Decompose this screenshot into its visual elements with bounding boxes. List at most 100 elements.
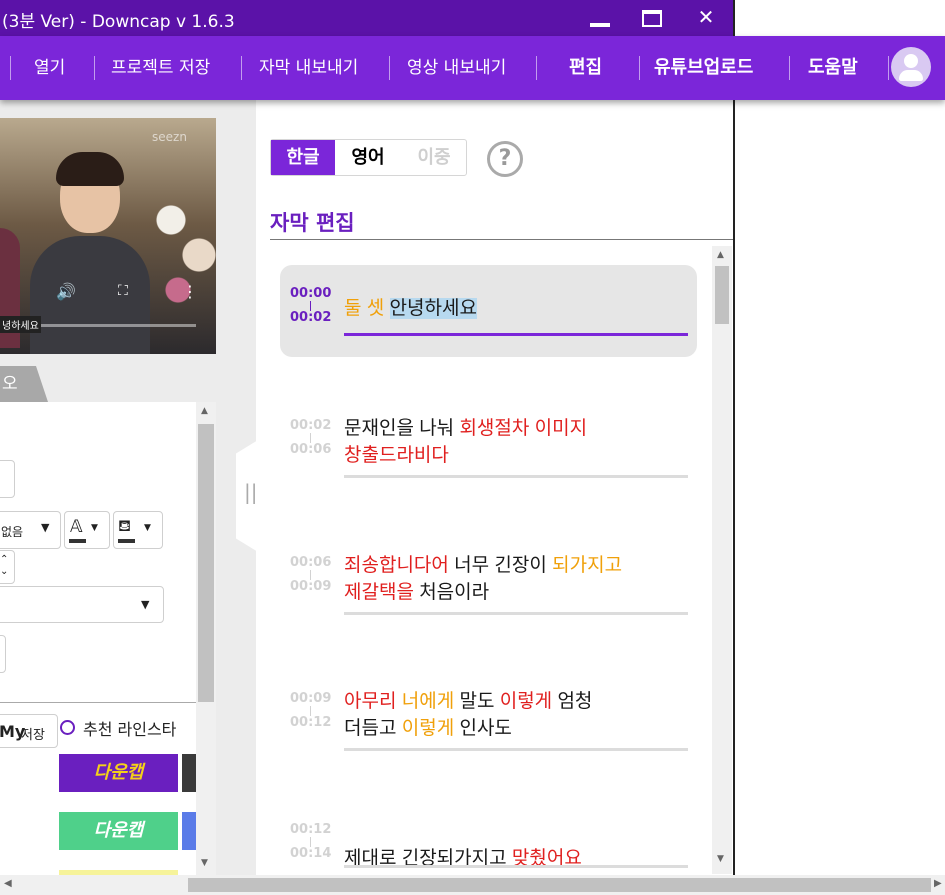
menu-save-project-label: 프로젝트 저장 [111,58,211,78]
subtitle-text[interactable]: 죄송합니다어 너무 긴장이 되가지고 제갈택을 처음이라 [344,552,688,606]
my-save-button[interactable]: My 저장 [0,714,58,748]
chevron-down-icon: ▼ [144,523,151,533]
scrollbar-thumb[interactable] [198,424,214,702]
subtitle-start-time: 00:02 [290,418,332,433]
minimize-button[interactable] [577,0,623,36]
subtitle-end-time: 00:14 [290,846,332,861]
menu-export-video[interactable]: 영상 내보내기 [407,36,506,100]
subtitle-list-scrollbar[interactable]: ▲ ▼ [712,246,732,874]
text-color-icon: 𝔸 [70,517,83,537]
scrollbar-thumb[interactable] [715,266,729,324]
close-icon: ✕ [697,5,715,29]
tab-english-label: 영어 [351,147,385,168]
style-tab[interactable]: 오 [0,366,48,402]
scroll-right-icon[interactable]: ▶ [934,878,942,889]
menu-export-subtitles[interactable]: 자막 내보내기 [259,36,358,100]
subtitle-text-segment: 회생절차 이미지 [459,418,588,439]
close-button[interactable]: ✕ [683,0,729,36]
divider [0,702,196,703]
subtitle-start-time: 00:06 [290,555,332,570]
scrollbar-thumb[interactable] [188,878,931,892]
menu-edit[interactable]: 편집 [569,36,602,100]
subtitle-text[interactable]: 둘 셋 안녕하세요 [344,295,688,322]
horizontal-scrollbar[interactable]: ◀ ▶ [0,875,945,895]
more-options-icon[interactable]: ⋮ [182,282,198,301]
subtitle-item[interactable]: 00:12 00:14 제대로 긴장되가지고 맞췄어요 [280,805,697,871]
video-progress-bar[interactable] [38,324,196,327]
style-preset-2[interactable]: 다운캡 [59,812,178,850]
font-select[interactable]: 없음 ▼ [0,511,61,549]
tab-korean-label: 한글 [286,147,320,168]
menu-youtube-upload[interactable]: 유튜브업로드 [654,36,753,100]
save-label: 저장 [21,728,45,743]
menu-save-project[interactable]: 프로젝트 저장 [111,36,210,100]
subtitle-time[interactable]: 00:06 00:09 [290,555,332,594]
subtitle-text-segment: 엄청 [552,691,593,712]
tab-dual[interactable]: 이중 [401,140,467,175]
menu-export-video-label: 영상 내보내기 [407,58,507,78]
menu-help[interactable]: 도움말 [808,36,858,100]
scroll-up-icon[interactable]: ▲ [201,406,208,416]
text-color-button[interactable]: 𝔸 ▼ [64,511,110,549]
tab-english[interactable]: 영어 [335,140,401,175]
menu-export-subtitles-label: 자막 내보내기 [259,58,359,78]
subtitle-item[interactable]: 00:09 00:12 아무리 너에게 말도 이렇게 엄청 더듬고 이렇게 인사도 [280,672,697,754]
subtitle-time[interactable]: 00:09 00:12 [290,692,332,730]
scroll-down-icon[interactable]: ▼ [201,858,208,868]
subtitle-start-time: 00:12 [290,822,332,837]
menu-youtube-upload-label: 유튜브업로드 [654,57,754,78]
volume-icon[interactable]: 🔊 [56,282,76,301]
subtitle-end-time: 00:06 [290,442,332,457]
video-preview[interactable]: seezn 🔊 ⛶ ⋮ 녕하세요 [0,118,216,354]
subtitle-time[interactable]: 00:12 00:14 [290,822,332,861]
avatar[interactable] [891,47,931,87]
recommend-radio[interactable] [60,720,75,735]
maximize-button[interactable] [629,0,675,36]
subtitle-end-time: 00:09 [290,579,332,594]
fill-color-button[interactable]: ⛾ ▼ [113,511,163,549]
size-stepper[interactable]: ⌃ ⌄ [0,550,15,584]
subtitle-item[interactable]: 00:02 00:06 문재인을 나눠 회생절차 이미지 창출드라비다 [280,399,697,481]
subtitle-time[interactable]: 00:00 00:02 [290,287,331,325]
help-icon[interactable]: ? [487,141,523,177]
subtitle-underline [344,865,688,868]
style-preset-1b[interactable] [182,754,196,792]
subtitle-text-segment: 제갈택을 [344,582,414,603]
scroll-down-icon[interactable]: ▼ [717,854,724,864]
scroll-left-icon[interactable]: ◀ [4,878,12,889]
font-input[interactable] [0,460,15,498]
subtitle-item[interactable]: 00:00 00:02 둘 셋 안녕하세요 [280,265,697,357]
subtitle-text-segment: 이렇게 [401,718,455,739]
tab-dual-label: 이중 [417,147,451,168]
style-preset-1[interactable]: 다운캡 [59,754,178,792]
subtitle-text-segment: 말도 [454,691,500,712]
subtitle-text-segment: 문재인을 나눠 [344,418,460,439]
position-select[interactable]: ▼ [0,586,164,623]
app-window: (3분 Ver) - Downcap v 1.6.3 ✕ seezn 🔊 ⛶ ⋮… [0,0,735,895]
panel-splitter[interactable]: || [236,440,258,552]
recommend-label: 추천 라인스타 [83,720,177,739]
title-bar: (3분 Ver) - Downcap v 1.6.3 ✕ [0,0,733,36]
menu-open[interactable]: 열기 [34,36,65,100]
style-panel-scrollbar[interactable]: ▲ ▼ [196,402,216,877]
subtitle-text[interactable]: 아무리 너에게 말도 이렇게 엄청 더듬고 이렇게 인사도 [344,688,688,742]
divider [270,239,733,240]
stepper-down-icon: ⌄ [0,566,9,577]
subtitle-text-segment: 처음이라 [413,582,490,603]
subtitle-underline [344,748,688,751]
style-preset-1-label: 다운캡 [93,762,144,783]
tab-korean[interactable]: 한글 [271,140,335,175]
subtitle-time[interactable]: 00:02 00:06 [290,418,332,457]
scroll-up-icon[interactable]: ▲ [717,250,724,260]
subtitle-item[interactable]: 00:06 00:09 죄송합니다어 너무 긴장이 되가지고 제갈택을 처음이라 [280,536,697,618]
extra-input[interactable] [0,635,6,673]
font-select-value: 없음 [1,525,24,539]
subtitle-text-segment: 죄송합니다어 [344,555,449,576]
style-preset-2b[interactable] [182,812,196,850]
subtitle-text[interactable]: 문재인을 나눠 회생절차 이미지 창출드라비다 [344,415,688,469]
user-icon [904,54,918,68]
subtitle-end-time: 00:12 [290,715,332,730]
fullscreen-icon[interactable]: ⛶ [118,283,128,299]
subtitle-underline [344,333,688,336]
subtitle-text-segment: 더듬고 [344,718,402,739]
